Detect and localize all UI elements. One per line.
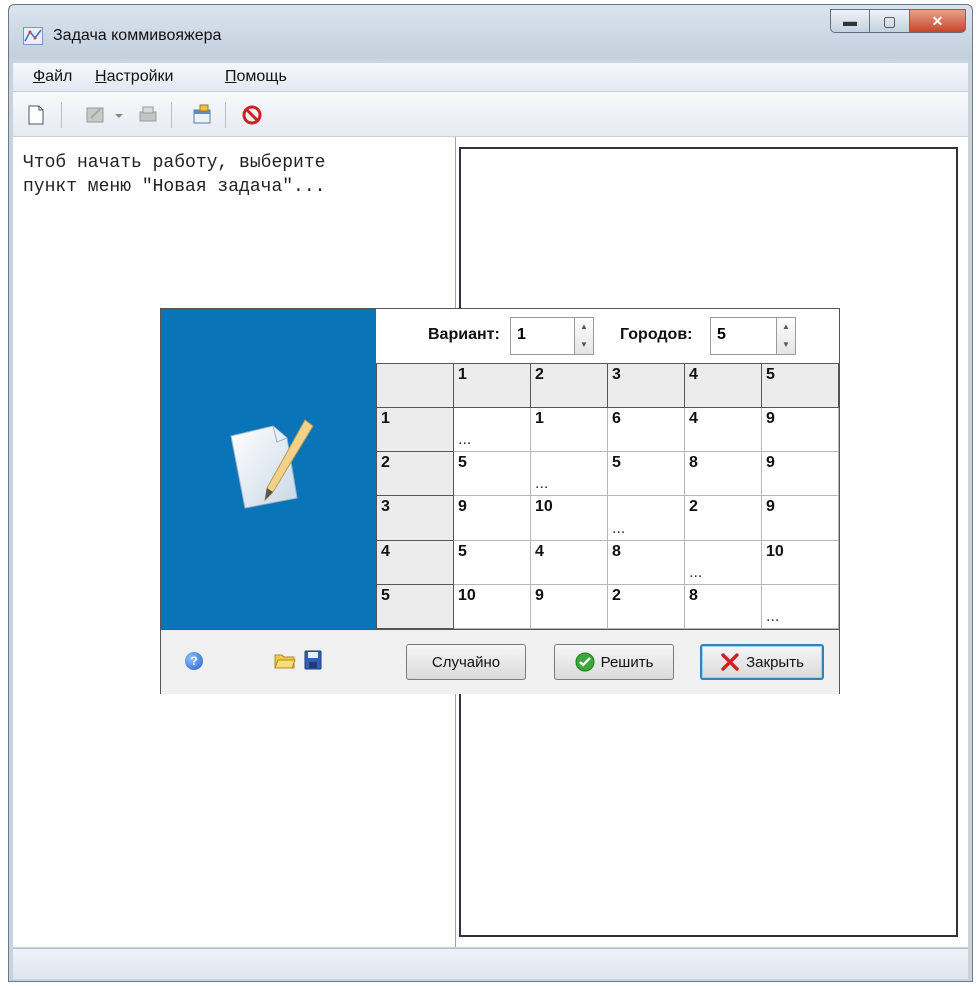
maximize-button[interactable]: ▢ <box>870 9 910 33</box>
matrix-cell[interactable]: ... <box>453 407 531 453</box>
dropdown-arrow-icon[interactable] <box>113 104 125 126</box>
cities-spinner[interactable]: 5 ▲ ▼ <box>710 317 796 355</box>
matrix-row: 1 ... 1 6 4 9 <box>376 407 839 453</box>
title-bar[interactable]: Задача коммивояжера ▬ ▢ ✕ <box>9 5 972 59</box>
save-disk-icon[interactable] <box>304 650 322 670</box>
cities-label: Городов: <box>620 326 693 343</box>
column-header[interactable]: 4 <box>684 362 762 409</box>
properties-icon[interactable] <box>191 104 213 126</box>
edit-disabled-icon[interactable] <box>85 104 107 126</box>
matrix-row: 2 5 ... 5 8 9 <box>376 451 839 497</box>
hint-text: Чтоб начать работу, выберите пункт меню … <box>23 153 326 197</box>
close-button[interactable]: Закрыть <box>700 644 824 680</box>
matrix-cell[interactable]: 9 <box>761 451 839 497</box>
matrix-row: 3 9 10 ... 2 9 <box>376 495 839 541</box>
solve-button[interactable]: Решить <box>554 644 674 680</box>
matrix-cell[interactable]: 2 <box>607 583 685 630</box>
column-header[interactable]: 3 <box>607 362 685 409</box>
variant-up-arrow-icon[interactable]: ▲ <box>575 318 593 336</box>
new-file-icon[interactable] <box>25 104 47 126</box>
minimize-button[interactable]: ▬ <box>830 9 870 33</box>
matrix-cell[interactable]: ... <box>607 495 685 541</box>
matrix-header-row: 1 2 3 4 5 <box>376 362 839 409</box>
matrix-cell[interactable]: 5 <box>453 539 531 585</box>
matrix-cell[interactable]: 8 <box>684 583 762 630</box>
row-header[interactable]: 4 <box>376 539 454 585</box>
print-disabled-icon[interactable] <box>137 104 159 126</box>
column-header[interactable]: 5 <box>761 362 839 409</box>
matrix-cell[interactable]: 5 <box>607 451 685 497</box>
open-folder-icon[interactable] <box>274 652 296 670</box>
cities-up-arrow-icon[interactable]: ▲ <box>777 318 795 336</box>
matrix-cell[interactable]: 5 <box>453 451 531 497</box>
variant-value[interactable]: 1 <box>517 326 526 344</box>
matrix-corner <box>376 362 454 409</box>
status-bar <box>13 948 968 979</box>
close-x-icon <box>721 653 739 671</box>
row-header[interactable]: 5 <box>376 583 454 630</box>
matrix-cell[interactable]: 10 <box>761 539 839 585</box>
menu-bar: Файл Настройки Помощь <box>13 63 968 92</box>
task-dialog: Вариант: 1 ▲ ▼ Городов: 5 ▲ ▼ 1 2 3 4 5 1 … <box>160 308 840 694</box>
distance-matrix[interactable]: 1 2 3 4 5 1 ... 1 6 4 9 2 5 ... 5 8 9 3 … <box>376 362 839 630</box>
matrix-cell[interactable]: 1 <box>530 407 608 453</box>
matrix-row: 5 10 9 2 8 ... <box>376 583 839 630</box>
solve-button-label: Решить <box>600 653 654 671</box>
matrix-cell[interactable]: ... <box>761 583 839 630</box>
check-icon <box>575 652 595 672</box>
row-header[interactable]: 3 <box>376 495 454 541</box>
column-header[interactable]: 2 <box>530 362 608 409</box>
matrix-cell[interactable]: 9 <box>453 495 531 541</box>
menu-file[interactable]: Файл <box>33 68 72 86</box>
matrix-cell[interactable]: 9 <box>761 495 839 541</box>
matrix-cell[interactable]: 4 <box>530 539 608 585</box>
dialog-button-row: ? Случайно Решить Закрыть <box>161 629 839 694</box>
matrix-cell[interactable]: 8 <box>684 451 762 497</box>
matrix-cell[interactable]: 10 <box>453 583 531 630</box>
close-window-button[interactable]: ✕ <box>910 9 966 33</box>
variant-label: Вариант: <box>428 326 500 343</box>
cities-value[interactable]: 5 <box>717 326 726 344</box>
help-icon[interactable]: ? <box>185 652 203 670</box>
dialog-banner <box>161 309 376 629</box>
column-header[interactable]: 1 <box>453 362 531 409</box>
close-button-label: Закрыть <box>746 653 804 671</box>
matrix-cell[interactable]: 4 <box>684 407 762 453</box>
variant-spinner[interactable]: 1 ▲ ▼ <box>510 317 594 355</box>
cities-down-arrow-icon[interactable]: ▼ <box>777 336 795 354</box>
toolbar <box>13 92 968 137</box>
document-edit-icon <box>230 419 314 509</box>
random-button[interactable]: Случайно <box>406 644 526 680</box>
variant-down-arrow-icon[interactable]: ▼ <box>575 336 593 354</box>
matrix-cell[interactable]: 2 <box>684 495 762 541</box>
matrix-row: 4 5 4 8 ... 10 <box>376 539 839 585</box>
row-header[interactable]: 1 <box>376 407 454 453</box>
matrix-cell[interactable]: 10 <box>530 495 608 541</box>
random-button-label: Случайно <box>431 653 501 671</box>
matrix-cell[interactable]: 9 <box>530 583 608 630</box>
matrix-cell[interactable]: 8 <box>607 539 685 585</box>
matrix-cell[interactable]: ... <box>530 451 608 497</box>
app-icon <box>23 27 43 45</box>
stop-icon[interactable] <box>241 104 263 126</box>
menu-help[interactable]: Помощь <box>225 68 287 86</box>
row-header[interactable]: 2 <box>376 451 454 497</box>
matrix-cell[interactable]: 6 <box>607 407 685 453</box>
matrix-cell[interactable]: ... <box>684 539 762 585</box>
dialog-params-bar: Вариант: 1 ▲ ▼ Городов: 5 ▲ ▼ <box>376 309 839 364</box>
matrix-cell[interactable]: 9 <box>761 407 839 453</box>
menu-settings[interactable]: Настройки <box>95 68 173 86</box>
window-title: Задача коммивояжера <box>53 27 222 44</box>
